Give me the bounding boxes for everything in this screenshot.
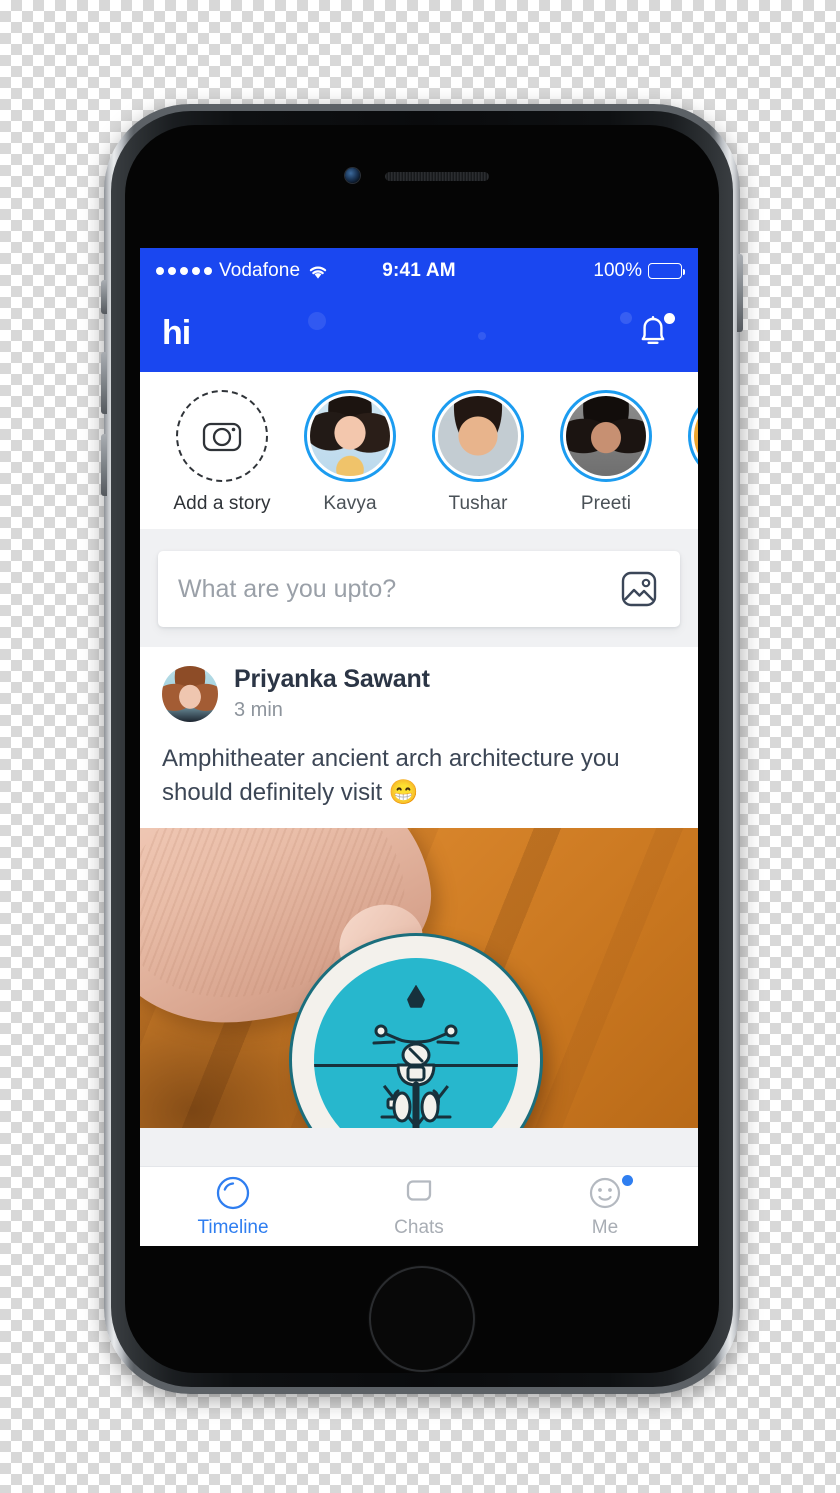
story-ring bbox=[688, 390, 698, 482]
avatar bbox=[310, 396, 390, 476]
section-divider bbox=[140, 529, 698, 551]
composer-image-button[interactable] bbox=[618, 568, 660, 610]
story-item-preeti[interactable]: Preeti bbox=[542, 390, 670, 515]
story-label: Kavya bbox=[323, 493, 377, 514]
power-button[interactable] bbox=[737, 254, 743, 332]
tab-bar: Timeline Chats Me bbox=[140, 1166, 698, 1246]
image-icon bbox=[621, 571, 657, 607]
post-meta: Priyanka Sawant 3 min bbox=[234, 665, 430, 722]
badge-droplet-icon bbox=[407, 984, 425, 1008]
home-button[interactable] bbox=[369, 1266, 475, 1372]
camera-icon bbox=[202, 422, 242, 452]
status-bar: Vodafone 9:41 AM 100% bbox=[140, 248, 698, 294]
volume-up-button[interactable] bbox=[101, 352, 107, 414]
chat-bubble-icon bbox=[406, 1180, 432, 1201]
tab-label: Me bbox=[591, 1217, 619, 1238]
composer-section bbox=[140, 551, 698, 647]
stories-scroller[interactable]: Add a story Kavya Tushar Preeti bbox=[140, 390, 698, 515]
front-camera bbox=[345, 168, 360, 183]
pin-badge-artwork bbox=[314, 958, 518, 1129]
tab-timeline[interactable]: Timeline bbox=[140, 1167, 326, 1246]
post-timestamp: 3 min bbox=[234, 699, 283, 721]
battery-group: 100% bbox=[593, 260, 685, 282]
story-item-kavya[interactable]: Kavya bbox=[286, 390, 414, 515]
battery-percent: 100% bbox=[593, 260, 642, 281]
post-author[interactable]: Priyanka Sawant bbox=[234, 665, 430, 694]
battery-full-icon bbox=[648, 263, 685, 279]
tab-label: Timeline bbox=[197, 1217, 269, 1238]
composer-input[interactable] bbox=[178, 574, 618, 604]
earpiece-speaker bbox=[385, 172, 489, 181]
story-item-partial[interactable] bbox=[670, 390, 698, 515]
silent-switch[interactable] bbox=[101, 280, 107, 314]
motorcycle-icon bbox=[372, 1024, 460, 1129]
story-ring bbox=[560, 390, 652, 482]
decorative-bubble bbox=[308, 312, 326, 330]
composer-card[interactable] bbox=[158, 551, 680, 627]
story-ring bbox=[432, 390, 524, 482]
stories-card: Add a story Kavya Tushar Preeti bbox=[140, 372, 698, 529]
notification-bell-button[interactable] bbox=[630, 310, 676, 356]
post-text: Amphitheater ancient arch architecture y… bbox=[140, 726, 698, 828]
avatar[interactable] bbox=[162, 665, 218, 722]
post-photo[interactable] bbox=[140, 828, 698, 1129]
app-nav-bar: hi bbox=[140, 294, 698, 372]
app-logo[interactable]: hi bbox=[162, 316, 191, 350]
post-emoji: 😁 bbox=[388, 779, 419, 807]
avatar bbox=[438, 396, 518, 476]
smiley-face-icon bbox=[589, 1177, 621, 1209]
story-label: Add a story bbox=[173, 493, 271, 514]
avatar bbox=[566, 396, 646, 476]
story-item-tushar[interactable]: Tushar bbox=[414, 390, 542, 515]
story-ring bbox=[304, 390, 396, 482]
app-screen: Vodafone 9:41 AM 100% hi Add a story Kav… bbox=[140, 248, 698, 1246]
tab-chats[interactable]: Chats bbox=[326, 1167, 512, 1246]
avatar bbox=[694, 396, 698, 476]
tab-me[interactable]: Me bbox=[512, 1167, 698, 1246]
me-notification-badge bbox=[622, 1175, 633, 1186]
story-label: Preeti bbox=[580, 493, 632, 514]
tab-label: Chats bbox=[394, 1217, 444, 1238]
volume-down-button[interactable] bbox=[101, 434, 107, 496]
decorative-bubble bbox=[478, 332, 486, 340]
timeline-icon bbox=[216, 1176, 250, 1210]
story-label: Tushar bbox=[448, 493, 508, 514]
post-header: Priyanka Sawant 3 min bbox=[140, 647, 698, 726]
bell-notification-badge bbox=[664, 313, 675, 324]
add-story-ring bbox=[176, 390, 268, 482]
story-item-add[interactable]: Add a story bbox=[158, 390, 286, 515]
post-card: Priyanka Sawant 3 min Amphitheater ancie… bbox=[140, 647, 698, 1129]
